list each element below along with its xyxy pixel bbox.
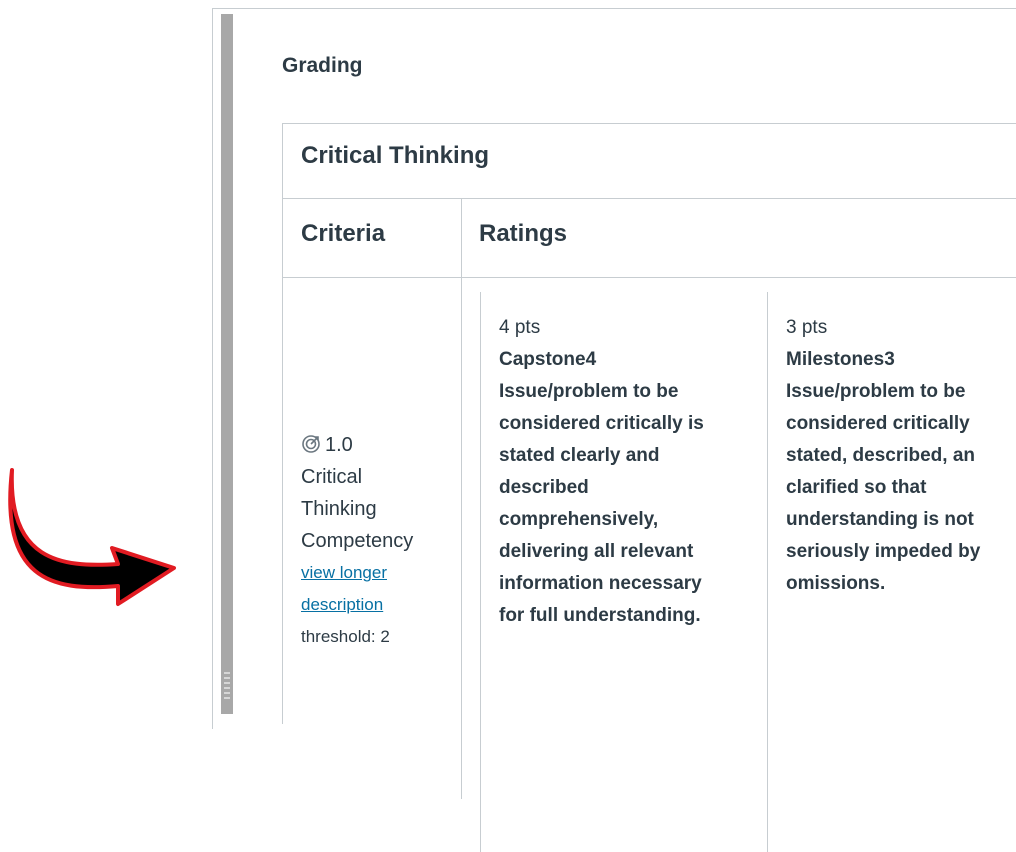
scrollbar-grip[interactable] [224, 672, 230, 702]
rating-text: 3 pts Milestones3 Issue/problem to be co… [786, 312, 1016, 600]
criterion-score: 1.0 [325, 434, 353, 456]
criteria-header: Criteria [301, 220, 386, 247]
column-divider [461, 199, 462, 799]
view-longer-description-link-line-1[interactable]: view longer [301, 557, 461, 589]
criterion-name-line-1: Critical [301, 466, 363, 488]
rating-text: 4 pts Capstone4 Issue/problem to be cons… [499, 312, 769, 632]
curved-arrow-icon [8, 468, 176, 606]
rating-name: Capstone4 [499, 349, 597, 370]
criterion-score-line: 1.0 [301, 429, 461, 461]
rating-description: Issue/problem to be considered criticall… [499, 381, 704, 626]
rubric-table: Critical Thinking Criteria Ratings 1.0 C… [282, 123, 1016, 852]
rubric-title-row: Critical Thinking [283, 124, 1016, 199]
outcome-target-icon [302, 435, 320, 453]
rubric-header-row: Criteria Ratings [283, 199, 1016, 278]
rating-cell-1[interactable]: 4 pts Capstone4 Issue/problem to be cons… [480, 292, 751, 852]
criterion-name-line-3: Competency [301, 530, 414, 552]
criterion-cell: 1.0 Critical Thinking Competency view lo… [301, 429, 461, 653]
rating-cell-2[interactable]: 3 pts Milestones3 Issue/problem to be co… [767, 292, 1016, 852]
rubric-title: Critical Thinking [301, 142, 490, 169]
scrollbar[interactable] [221, 14, 233, 714]
rating-description: Issue/problem to be considered criticall… [786, 381, 981, 594]
criterion-name-line-2: Thinking [301, 498, 377, 520]
rating-points: 3 pts [786, 317, 828, 338]
criterion-threshold: threshold: 2 [301, 627, 390, 646]
ratings-header: Ratings [479, 220, 568, 247]
view-longer-description-link-line-2[interactable]: description [301, 589, 461, 621]
grading-heading: Grading [282, 54, 363, 77]
rating-name: Milestones3 [786, 349, 895, 370]
rating-points: 4 pts [499, 317, 541, 338]
